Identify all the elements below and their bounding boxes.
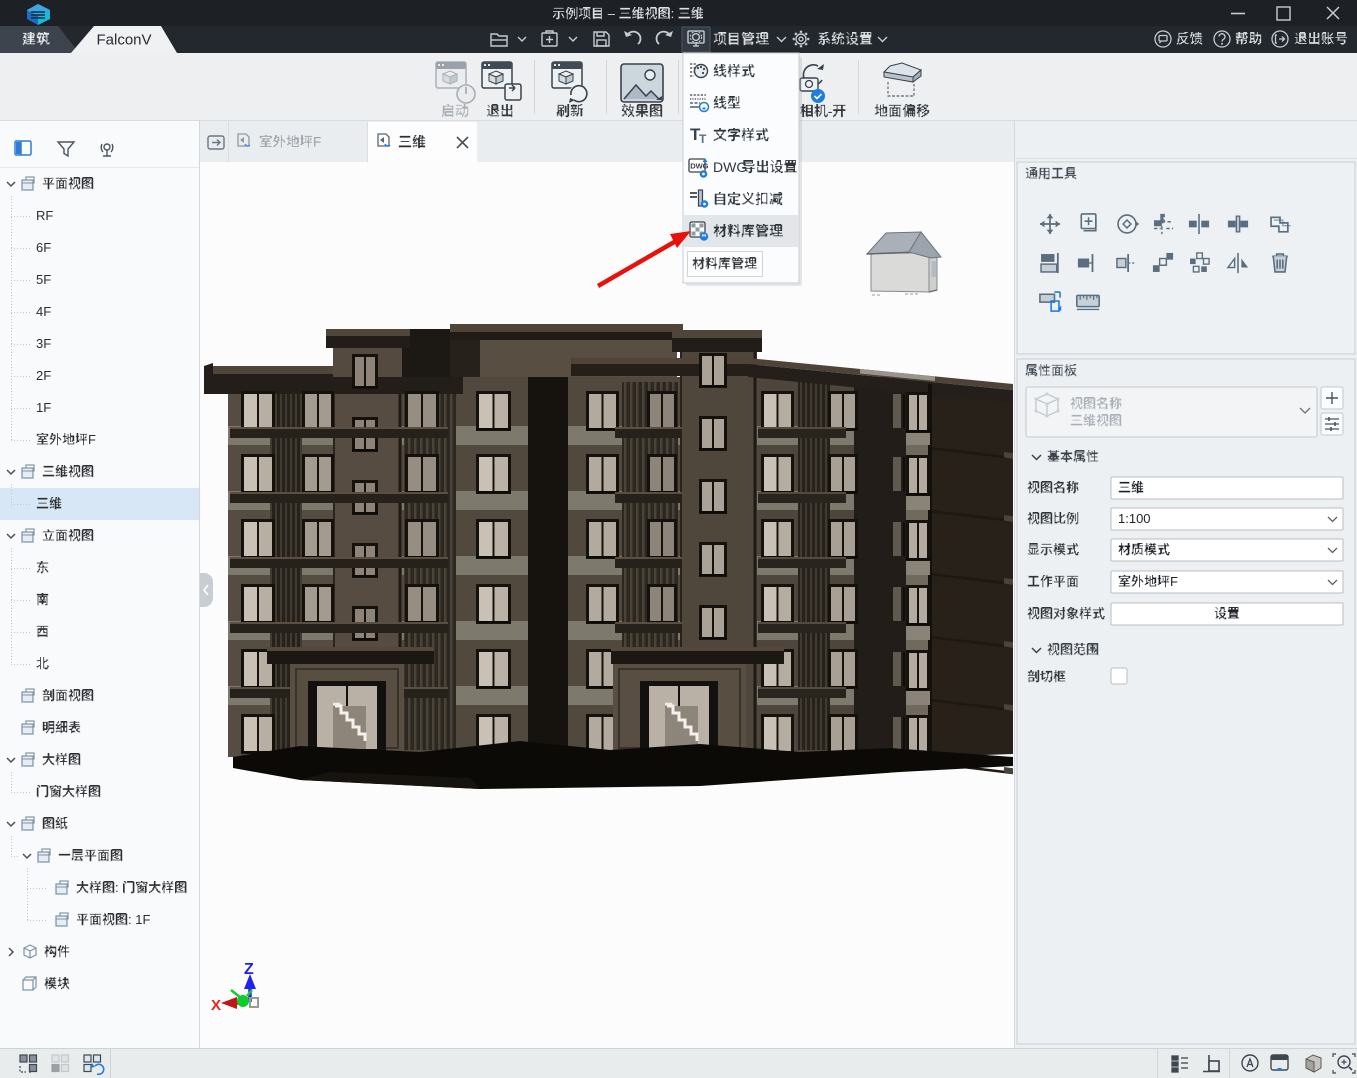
svg-text:FalconV: FalconV	[96, 32, 151, 49]
svg-text:1:100: 1:100	[1118, 511, 1151, 526]
svg-text:X: X	[211, 997, 221, 1014]
svg-text::: :	[671, 6, 678, 21]
svg-text:DWG: DWG	[690, 162, 708, 171]
svg-text:5F: 5F	[36, 272, 51, 287]
svg-text:Z: Z	[244, 961, 254, 978]
svg-text:–: –	[604, 6, 618, 21]
svg-text:F: F	[1170, 574, 1178, 589]
svg-text:T: T	[699, 132, 707, 146]
svg-text:RF: RF	[36, 208, 53, 223]
svg-text:6F: 6F	[36, 240, 51, 255]
svg-text:2F: 2F	[36, 368, 51, 383]
svg-text:F: F	[88, 432, 96, 447]
svg-text:4F: 4F	[36, 304, 51, 319]
svg-text:1F: 1F	[36, 400, 51, 415]
svg-text:3F: 3F	[36, 336, 51, 351]
svg-text:DWG: DWG	[713, 159, 747, 175]
svg-text:-: -	[828, 103, 833, 119]
svg-text::: :	[115, 880, 122, 895]
svg-text:: 1F: : 1F	[128, 912, 150, 927]
svg-text:F: F	[313, 134, 321, 149]
